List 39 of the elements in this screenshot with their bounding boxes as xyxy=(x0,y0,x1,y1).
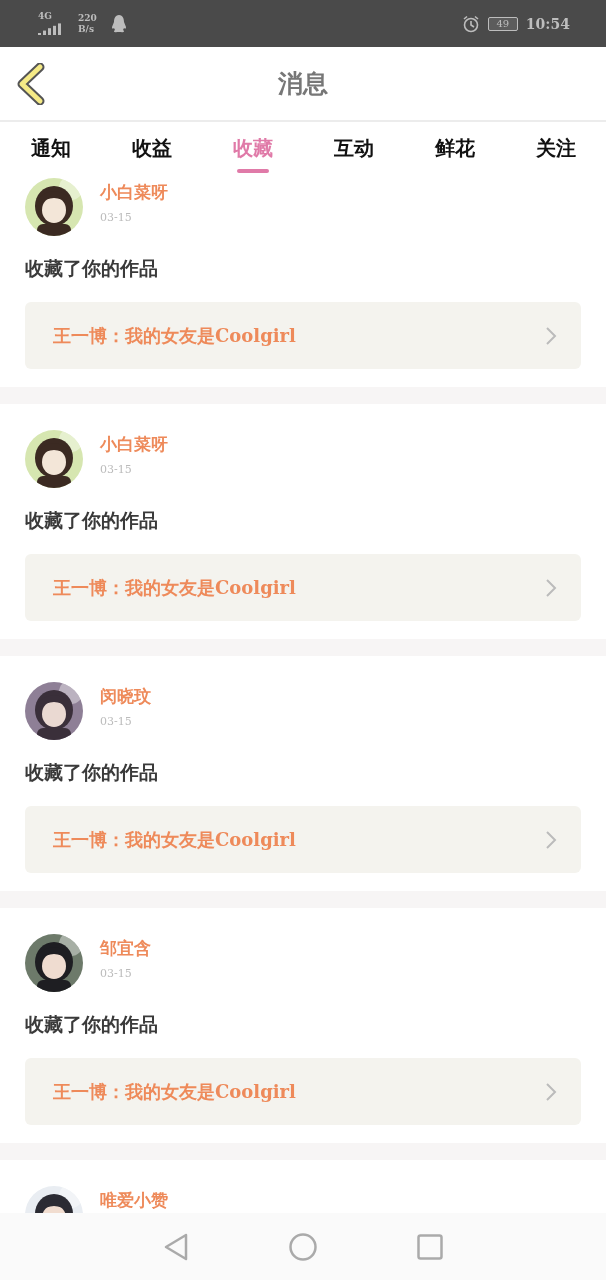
user-name[interactable]: 闵晓玟 xyxy=(100,685,151,708)
tab[interactable]: 关注 xyxy=(505,122,606,175)
speed-value: 220 xyxy=(78,13,97,23)
user-name[interactable]: 唯爱小赞 xyxy=(100,1189,168,1212)
speed-unit: B/s xyxy=(78,24,94,34)
tab[interactable]: 互动 xyxy=(303,122,404,175)
network-type: 4G xyxy=(38,12,52,21)
chevron-right-icon xyxy=(545,325,557,346)
chevron-right-icon xyxy=(545,829,557,850)
tab[interactable]: 鲜花 xyxy=(404,122,505,175)
tab[interactable]: 通知 xyxy=(0,122,101,175)
chevron-right-icon xyxy=(545,577,557,598)
work-link[interactable]: 王一博：我的女友是Coolgirl xyxy=(25,554,581,621)
tab[interactable]: 收藏 xyxy=(202,122,303,175)
penguin-icon xyxy=(110,13,127,34)
work-link[interactable]: 王一博：我的女友是Coolgirl xyxy=(25,806,581,873)
clock: 10:54 xyxy=(525,15,570,32)
action-text: 收藏了你的作品 xyxy=(25,508,159,533)
date: 03-15 xyxy=(100,967,133,980)
work-link[interactable]: 王一博：我的女友是Coolgirl xyxy=(25,1058,581,1125)
action-text: 收藏了你的作品 xyxy=(25,1012,159,1037)
date: 03-15 xyxy=(100,211,133,224)
battery-icon: 49 xyxy=(487,16,518,31)
user-name[interactable]: 小白菜呀 xyxy=(100,181,168,204)
recents-nav-button[interactable] xyxy=(417,1233,443,1260)
action-text: 收藏了你的作品 xyxy=(25,760,159,785)
home-nav-button[interactable] xyxy=(289,1232,317,1261)
page-title: 消息 xyxy=(278,68,328,100)
tab[interactable]: 收益 xyxy=(101,122,202,175)
alarm-icon xyxy=(461,14,480,33)
chevron-right-icon xyxy=(545,1081,557,1102)
date: 03-15 xyxy=(100,463,133,476)
action-text: 收藏了你的作品 xyxy=(25,256,159,281)
back-nav-button[interactable] xyxy=(163,1232,189,1261)
user-name[interactable]: 邹宜含 xyxy=(100,937,151,960)
signal-icon xyxy=(38,23,62,35)
work-link[interactable]: 王一博：我的女友是Coolgirl xyxy=(25,302,581,369)
user-name[interactable]: 小白菜呀 xyxy=(100,433,168,456)
date: 03-15 xyxy=(100,715,133,728)
